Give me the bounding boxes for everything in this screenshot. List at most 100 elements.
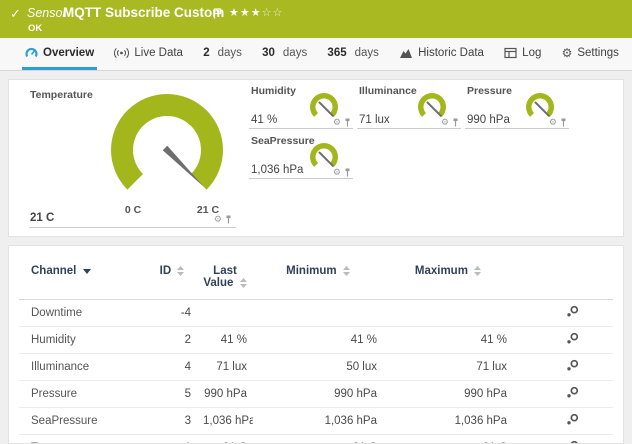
channel-settings-button[interactable]	[513, 300, 613, 327]
gauge-tile-humidity[interactable]: Humidity 41 % ⚙	[249, 85, 353, 129]
channel-maximum: 1,036 hPa	[383, 408, 513, 435]
column-header-minimum[interactable]: Minimum	[253, 246, 383, 300]
table-grid-icon	[504, 47, 517, 59]
channel-name: SeaPressure	[19, 408, 147, 435]
gauge-needle	[320, 153, 333, 166]
gauge-value: 21 C	[30, 212, 54, 224]
tile-divider	[357, 128, 461, 129]
channel-maximum	[383, 300, 513, 327]
table-row: Temperature 1 21 C 21 C 21 C	[19, 435, 613, 444]
channel-name: Humidity	[19, 327, 147, 354]
gauge-needle	[320, 103, 333, 116]
gear-icon: ⚙	[562, 47, 573, 59]
tile-divider	[29, 227, 236, 228]
tab-label: Live Data	[134, 47, 183, 59]
gauge-value: 990 hPa	[467, 114, 510, 126]
tab-label: Log	[522, 47, 541, 59]
channel-gear-icon[interactable]: ⚙	[333, 118, 341, 127]
column-label: ID	[160, 265, 172, 277]
tab-label: Historic Data	[418, 47, 484, 59]
tab-overview[interactable]: Overview	[22, 38, 97, 70]
small-gauges-grid: Humidity 41 % ⚙ Illuminance	[249, 85, 621, 179]
tab-30-days[interactable]: 30days	[259, 38, 310, 70]
tab-label-unit: days	[218, 47, 242, 59]
tab-2-days[interactable]: 2 days	[200, 38, 245, 70]
channel-gear-icon[interactable]: ⚙	[333, 168, 341, 177]
column-header-maximum[interactable]: Maximum	[383, 246, 513, 300]
channel-last-value	[197, 300, 253, 327]
gauges-panel: Temperature 0 C 21 C 21 C ⚙	[8, 79, 624, 237]
tab-historic-data[interactable]: Historic Data	[396, 38, 487, 70]
channel-settings-gears-icon	[566, 386, 579, 399]
channel-minimum: 1,036 hPa	[253, 408, 383, 435]
column-header-id[interactable]: ID	[147, 246, 197, 300]
gauge-tile-pressure[interactable]: Pressure 990 hPa ⚙	[465, 85, 569, 129]
channel-gear-icon[interactable]: ⚙	[214, 215, 222, 224]
gauge-title: Humidity	[251, 85, 296, 97]
sort-both-icon	[343, 266, 350, 276]
channel-id: 3	[147, 408, 197, 435]
pin-icon[interactable]	[344, 118, 351, 127]
channel-name: Downtime	[19, 300, 147, 327]
channel-minimum: 41 %	[253, 327, 383, 354]
pin-icon[interactable]	[560, 118, 567, 127]
channel-gear-icon[interactable]: ⚙	[441, 118, 449, 127]
channel-last-value: 71 lux	[197, 354, 253, 381]
channel-last-value: 41 %	[197, 327, 253, 354]
sort-both-icon	[240, 278, 247, 288]
flag-marker-icon[interactable]	[213, 6, 222, 24]
area-chart-icon	[399, 47, 413, 59]
gauge-tile-temperature[interactable]: Temperature 0 C 21 C 21 C ⚙	[16, 85, 244, 233]
column-label: Channel	[31, 265, 76, 277]
gauge-title: Pressure	[467, 85, 512, 97]
channel-id: 5	[147, 381, 197, 408]
channel-minimum	[253, 300, 383, 327]
channel-settings-gears-icon	[566, 359, 579, 372]
gauge-tile-seapressure[interactable]: SeaPressure 1,036 hPa ⚙	[249, 135, 353, 179]
channel-settings-button[interactable]	[513, 354, 613, 381]
column-header-channel[interactable]: Channel	[19, 246, 147, 300]
tab-label-number: 365	[327, 47, 346, 59]
gauge-tile-illuminance[interactable]: Illuminance 71 lux ⚙	[357, 85, 461, 129]
channel-settings-button[interactable]	[513, 381, 613, 408]
pin-icon[interactable]	[225, 215, 232, 224]
status-ok-check-icon: ✓	[10, 6, 21, 22]
channel-name: Illuminance	[19, 354, 147, 381]
tab-label-unit: days	[355, 47, 379, 59]
channel-minimum: 990 hPa	[253, 381, 383, 408]
gauge-min-label: 0 C	[113, 204, 153, 216]
channel-name: Temperature	[19, 435, 147, 444]
channel-id: -4	[147, 300, 197, 327]
gauge-value: 71 lux	[359, 114, 390, 126]
gauge-needle	[428, 103, 441, 116]
sensor-page: ✓ Sensor MQTT Subscribe Custom ★★★☆☆ OK …	[0, 0, 632, 444]
tile-divider	[249, 178, 353, 179]
channel-last-value: 990 hPa	[197, 381, 253, 408]
table-row: Downtime -4	[19, 300, 613, 327]
channel-settings-gears-icon	[566, 332, 579, 345]
channel-settings-button[interactable]	[513, 327, 613, 354]
table-header-row: Channel ID Last Value Minimum	[19, 246, 613, 300]
channel-settings-button[interactable]	[513, 435, 613, 444]
pin-icon[interactable]	[344, 168, 351, 177]
object-kind-label: Sensor	[27, 6, 67, 20]
priority-stars[interactable]: ★★★☆☆	[229, 6, 283, 19]
channel-id: 2	[147, 327, 197, 354]
column-header-last-value[interactable]: Last Value	[197, 246, 253, 300]
channel-id: 1	[147, 435, 197, 444]
tab-log[interactable]: Log	[501, 38, 544, 70]
gauge-title: Temperature	[30, 89, 93, 101]
gauge-value: 1,036 hPa	[251, 164, 303, 176]
sensor-header-bar: ✓ Sensor MQTT Subscribe Custom ★★★☆☆ OK	[0, 0, 632, 38]
tab-365-days[interactable]: 365 days	[324, 38, 381, 70]
channel-settings-button[interactable]	[513, 408, 613, 435]
tab-label-number: 30	[262, 47, 275, 59]
sensor-title: MQTT Subscribe Custom	[63, 5, 224, 20]
channel-gear-icon[interactable]: ⚙	[549, 118, 557, 127]
channel-settings-gears-icon	[566, 440, 579, 444]
tab-label-number: 2	[203, 47, 209, 59]
tab-settings[interactable]: ⚙ Settings	[559, 38, 622, 70]
pin-icon[interactable]	[452, 118, 459, 127]
tab-live-data[interactable]: Live Data	[111, 38, 186, 70]
channel-maximum: 990 hPa	[383, 381, 513, 408]
